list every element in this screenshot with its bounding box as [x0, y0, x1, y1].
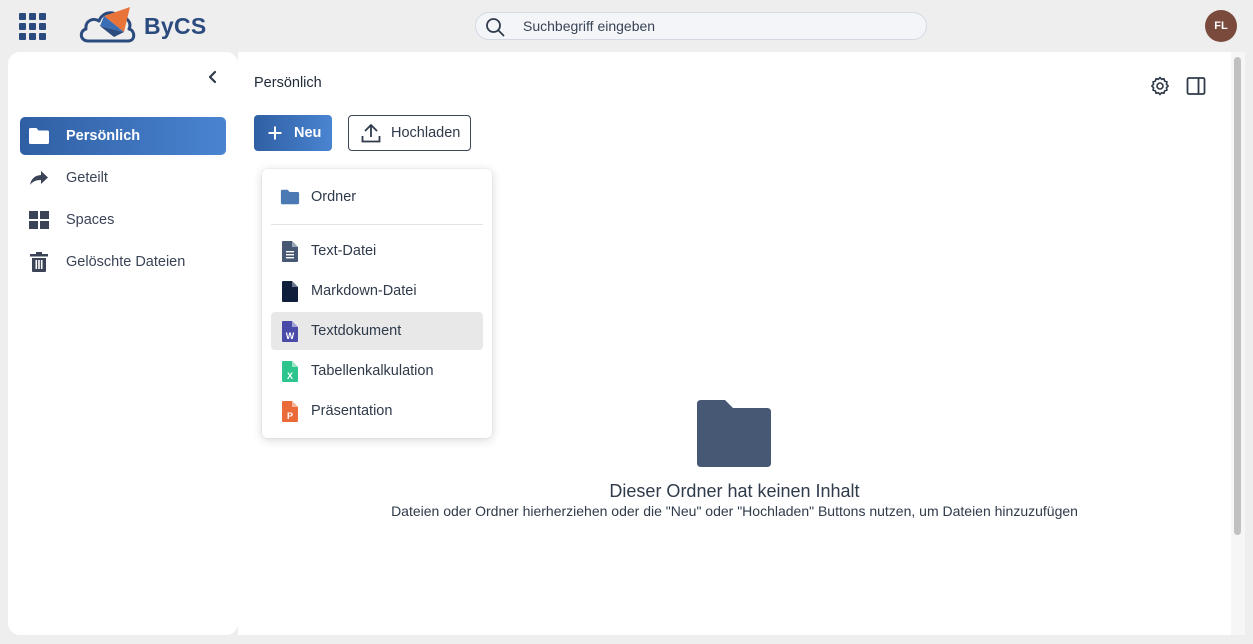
- empty-state-subtitle: Dateien oder Ordner hierherziehen oder d…: [391, 503, 1078, 519]
- menu-item-spreadsheet[interactable]: X Tabellenkalkulation: [271, 352, 483, 390]
- menu-item-markdown-file[interactable]: Markdown-Datei: [271, 272, 483, 310]
- toggle-sidebar-panel-icon[interactable]: [1186, 76, 1206, 96]
- logo-text: ByCS: [144, 13, 207, 39]
- sidebar: Persönlich Geteilt Spaces Gelöschte Date…: [8, 52, 238, 635]
- folder-icon: [280, 186, 300, 208]
- menu-item-label: Ordner: [311, 189, 357, 205]
- sidebar-item-label: Persönlich: [66, 128, 141, 144]
- menu-item-presentation[interactable]: P Präsentation: [271, 392, 483, 430]
- upload-button-label: Hochladen: [391, 125, 461, 141]
- sidebar-item-label: Spaces: [66, 212, 115, 228]
- sidebar-item-shared[interactable]: Geteilt: [20, 159, 226, 197]
- bycs-logo[interactable]: ByCS: [78, 4, 208, 44]
- empty-folder-icon: [697, 400, 771, 467]
- menu-item-text-file[interactable]: Text-Datei: [271, 232, 483, 270]
- new-button[interactable]: Neu: [254, 115, 332, 151]
- menu-item-label: Präsentation: [311, 403, 393, 419]
- text-file-icon: [280, 240, 300, 262]
- main-content: Persönlich Neu Hochladen Ordner Text-Dat…: [238, 52, 1231, 635]
- spreadsheet-icon: X: [280, 360, 300, 382]
- new-button-label: Neu: [294, 125, 322, 141]
- collapse-sidebar-chevron-left-icon[interactable]: [206, 68, 220, 86]
- markdown-file-icon: [280, 280, 300, 302]
- presentation-icon: P: [280, 400, 300, 422]
- app-switcher-grid-icon[interactable]: [19, 13, 46, 40]
- cloud-logo-icon: [79, 7, 136, 43]
- plus-icon: [268, 126, 282, 140]
- menu-item-label: Text-Datei: [311, 243, 377, 259]
- empty-state-title: Dieser Ordner hat keinen Inhalt: [609, 481, 860, 501]
- sidebar-item-label: Gelöschte Dateien: [66, 254, 186, 270]
- search-bar[interactable]: [475, 12, 927, 40]
- svg-text:X: X: [287, 371, 293, 381]
- svg-text:W: W: [286, 331, 295, 341]
- spaces-grid-icon: [28, 209, 50, 231]
- menu-item-folder[interactable]: Ordner: [271, 178, 483, 216]
- trash-icon: [28, 251, 50, 273]
- user-avatar[interactable]: FL: [1205, 10, 1237, 42]
- sidebar-item-deleted-files[interactable]: Gelöschte Dateien: [20, 243, 226, 281]
- menu-divider: [271, 224, 483, 225]
- menu-item-text-document[interactable]: W Textdokument: [271, 312, 483, 350]
- sidebar-item-spaces[interactable]: Spaces: [20, 201, 226, 239]
- new-item-dropdown-menu: Ordner Text-Datei Markdown-Datei W Textd…: [262, 169, 492, 438]
- top-bar: ByCS FL: [0, 0, 1253, 52]
- folder-icon: [28, 125, 50, 147]
- settings-gear-icon[interactable]: [1150, 76, 1170, 96]
- scrollbar-thumb[interactable]: [1234, 57, 1241, 535]
- menu-item-label: Textdokument: [311, 323, 402, 339]
- sidebar-item-personal[interactable]: Persönlich: [20, 117, 226, 155]
- upload-button[interactable]: Hochladen: [348, 115, 471, 151]
- word-document-icon: W: [280, 320, 300, 342]
- menu-item-label: Markdown-Datei: [311, 283, 417, 299]
- search-input[interactable]: [523, 13, 913, 39]
- search-icon: [485, 17, 505, 42]
- menu-item-label: Tabellenkalkulation: [311, 363, 434, 379]
- upload-icon: [361, 123, 381, 143]
- sidebar-item-label: Geteilt: [66, 170, 108, 186]
- breadcrumb[interactable]: Persönlich: [254, 75, 322, 91]
- share-icon: [28, 167, 50, 189]
- svg-text:P: P: [287, 411, 293, 421]
